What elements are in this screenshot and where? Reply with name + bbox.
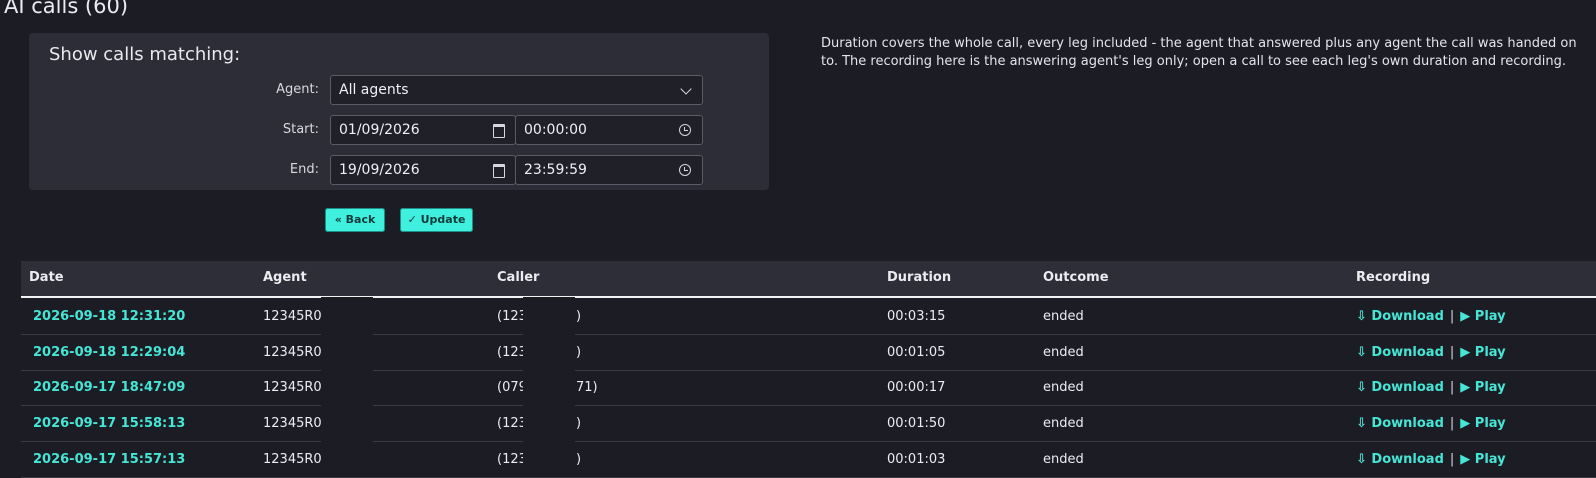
redaction-mask [321,297,373,477]
recording-cell: ⇩ Download | ▶ Play [1356,345,1506,360]
column-header-outcome[interactable]: Outcome [1043,270,1109,285]
caller-cell-end: 71) [576,380,598,395]
agent-cell: 12345R0 [263,309,322,324]
table-header: Date Agent Caller Duration Outcome Recor… [21,261,1596,298]
play-link[interactable]: ▶ Play [1460,380,1505,395]
caller-cell-end: ) [576,416,582,431]
table-row: 2026-09-17 15:57:13 12345R0 (123) 00:01:03 e… [21,441,1596,478]
page-title: AI calls (60) [4,0,129,18]
duration-cell: 00:00:17 [887,380,946,395]
link-separator: | [1449,345,1455,360]
caller-cell-end: ) [576,309,582,324]
column-header-agent[interactable]: Agent [263,270,307,285]
call-date-link[interactable]: 2026-09-17 15:57:13 [33,452,185,467]
play-link[interactable]: ▶ Play [1460,416,1505,431]
end-time-input[interactable]: 23:59:59 [515,155,703,185]
agent-label: Agent: [276,82,319,97]
column-header-recording[interactable]: Recording [1356,270,1430,285]
agent-cell: 12345R0 [263,452,322,467]
link-separator: | [1449,309,1455,324]
column-header-duration[interactable]: Duration [887,270,951,285]
update-button[interactable]: ✓ Update [400,208,473,232]
play-link[interactable]: ▶ Play [1460,452,1505,467]
link-separator: | [1449,416,1455,431]
agent-select[interactable]: All agents [330,75,703,105]
start-time-value: 00:00:00 [524,122,587,138]
end-label: End: [289,162,319,177]
start-time-input[interactable]: 00:00:00 [515,115,703,145]
filter-panel: Show calls matching: Agent: All agents S… [29,33,769,190]
help-text: Duration covers the whole call, every le… [821,36,1577,69]
end-date-input[interactable]: 19/09/2026 [330,155,516,185]
download-link[interactable]: ⇩ Download [1356,452,1444,467]
table-row: 2026-09-17 15:58:13 12345R0 (123) 00:01:50 e… [21,405,1596,442]
table-row: 2026-09-17 18:47:09 12345R0 (079 71) 00:00:1… [21,369,1596,406]
start-label: Start: [282,122,319,137]
table-row: 2026-09-18 12:29:04 12345R0 (123) 00:01:05 e… [21,334,1596,371]
outcome-cell: ended [1043,416,1084,431]
play-link[interactable]: ▶ Play [1460,309,1505,324]
start-date-value: 01/09/2026 [339,122,420,138]
link-separator: | [1449,452,1455,467]
calendar-icon[interactable] [493,124,505,138]
end-date-value: 19/09/2026 [339,162,420,178]
download-link[interactable]: ⇩ Download [1356,416,1444,431]
clock-icon[interactable] [679,124,691,136]
caller-cell-end: ) [576,345,582,360]
recording-cell: ⇩ Download | ▶ Play [1356,416,1506,431]
duration-cell: 00:01:05 [887,345,946,360]
duration-cell: 00:03:15 [887,309,946,324]
agent-cell: 12345R0 [263,345,322,360]
duration-cell: 00:01:50 [887,416,946,431]
column-header-caller[interactable]: Caller [497,270,539,285]
duration-cell: 00:01:03 [887,452,946,467]
call-date-link[interactable]: 2026-09-17 18:47:09 [33,380,185,395]
column-header-date[interactable]: Date [29,270,64,285]
call-date-link[interactable]: 2026-09-17 15:58:13 [33,416,185,431]
chevron-down-icon [680,83,692,95]
link-separator: | [1449,380,1455,395]
end-time-value: 23:59:59 [524,162,587,178]
recording-cell: ⇩ Download | ▶ Play [1356,380,1506,395]
outcome-cell: ended [1043,452,1084,467]
redaction-mask [523,297,575,477]
recording-cell: ⇩ Download | ▶ Play [1356,309,1506,324]
outcome-cell: ended [1043,345,1084,360]
download-link[interactable]: ⇩ Download [1356,380,1444,395]
agent-select-value: All agents [339,82,409,98]
download-link[interactable]: ⇩ Download [1356,345,1444,360]
filter-heading: Show calls matching: [49,44,241,65]
clock-icon[interactable] [679,164,691,176]
calendar-icon[interactable] [493,164,505,178]
agent-cell: 12345R0 [263,416,322,431]
play-link[interactable]: ▶ Play [1460,345,1505,360]
caller-cell-end: ) [576,452,582,467]
agent-cell: 12345R0 [263,380,322,395]
start-date-input[interactable]: 01/09/2026 [330,115,516,145]
download-link[interactable]: ⇩ Download [1356,309,1444,324]
call-date-link[interactable]: 2026-09-18 12:29:04 [33,345,185,360]
outcome-cell: ended [1043,309,1084,324]
recording-cell: ⇩ Download | ▶ Play [1356,452,1506,467]
back-button[interactable]: « Back [325,208,385,232]
table-row: 2026-09-18 12:31:20 12345R0 (123) 00:03:15 e… [21,298,1596,335]
outcome-cell: ended [1043,380,1084,395]
call-date-link[interactable]: 2026-09-18 12:31:20 [33,309,185,324]
